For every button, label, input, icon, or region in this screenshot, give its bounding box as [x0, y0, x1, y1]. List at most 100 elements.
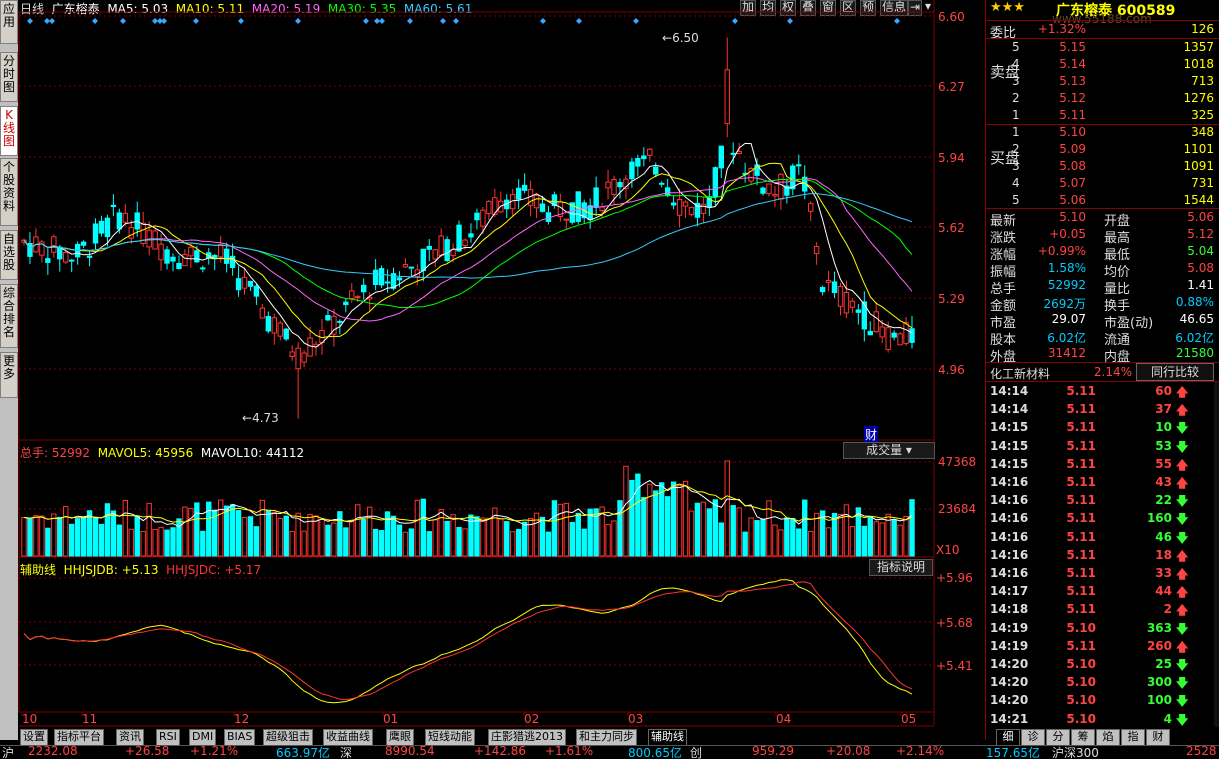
buy-level: 1	[1012, 125, 1020, 139]
signal-diamond-icon	[238, 18, 244, 24]
candle-body	[903, 322, 909, 344]
candle-body	[57, 246, 63, 260]
volume-bar	[462, 528, 468, 557]
bottom-tab-dmi[interactable]: DMI	[189, 729, 217, 746]
price-axis-label: 5.29	[938, 292, 965, 306]
tick-time: 14:16	[990, 493, 1029, 508]
sell-price[interactable]: 5.12	[1046, 91, 1086, 105]
sell-level: 4	[1012, 57, 1020, 71]
right-tab[interactable]: 分	[1046, 729, 1070, 746]
candle-body	[605, 181, 611, 189]
volume-bar	[265, 509, 272, 557]
volume-bar	[581, 528, 587, 557]
volume-bar	[873, 521, 879, 557]
indicator-dropdown[interactable]: 成交量 ▾	[843, 442, 935, 459]
buy-price[interactable]: 5.07	[1046, 176, 1086, 190]
volume-bar	[575, 512, 581, 557]
candle-body	[647, 148, 653, 156]
bottom-tab-sniper[interactable]: 超级狙击	[263, 729, 313, 746]
indicator-explain-button[interactable]: 指标说明	[869, 559, 933, 576]
divider	[986, 20, 1219, 21]
sell-price[interactable]: 5.15	[1046, 40, 1086, 54]
volume-bar	[235, 510, 242, 557]
right-tab[interactable]: 细	[996, 729, 1020, 746]
high-annotation: ←6.50	[662, 31, 699, 45]
buy-label: 买盘	[990, 149, 1021, 167]
candle-body	[682, 201, 689, 207]
volume-bar	[122, 499, 129, 557]
candle-body	[289, 351, 295, 358]
bottom-tab-main-force[interactable]: 和主力同步	[576, 729, 637, 746]
candle-body	[796, 164, 802, 167]
bottom-tab-bias[interactable]: BIAS	[224, 729, 256, 746]
candle-body	[533, 195, 540, 209]
finance-marker[interactable]: 财	[864, 426, 879, 443]
buy-volume: 1091	[1183, 159, 1214, 173]
candle-body	[778, 173, 784, 200]
volume-bar	[271, 511, 278, 557]
stat-value: 5.08	[1187, 261, 1214, 275]
kline-chart[interactable]	[0, 0, 985, 758]
volume-bar	[444, 520, 450, 557]
signal-diamond-icon	[120, 18, 126, 24]
right-tab[interactable]: 财	[1146, 729, 1170, 746]
volume-bar	[664, 496, 671, 557]
bottom-tab-indicator-platform[interactable]: 指标平台	[54, 729, 104, 746]
right-tab[interactable]: 筹	[1071, 729, 1095, 746]
right-tab[interactable]: 指	[1121, 729, 1145, 746]
sell-price[interactable]: 5.11	[1046, 108, 1086, 122]
sell-price[interactable]: 5.14	[1046, 57, 1086, 71]
buy-price[interactable]: 5.08	[1046, 159, 1086, 173]
buy-price[interactable]: 5.10	[1046, 125, 1086, 139]
bottom-tab-eagle-eye[interactable]: 鹰眼	[386, 729, 414, 746]
volume-bar	[790, 517, 796, 557]
peer-compare-button[interactable]: 同行比较	[1136, 363, 1214, 381]
stat-value: 46.65	[1179, 312, 1214, 326]
stat-value: 5.12	[1187, 227, 1214, 241]
bottom-tab-profit-curve[interactable]: 收益曲线	[323, 729, 373, 746]
volume-bar	[504, 521, 510, 557]
tick-price: 5.11	[1066, 638, 1096, 653]
bottom-tab-zhuangying[interactable]: 庄影猎逃2013	[488, 729, 566, 746]
bottom-tab-rsi[interactable]: RSI	[156, 729, 180, 746]
indicator-axis-label: +5.41	[936, 659, 973, 673]
bottom-tab-short-momentum[interactable]: 短线动能	[425, 729, 475, 746]
volume-bar	[21, 517, 27, 557]
tick-price: 5.11	[1066, 456, 1096, 471]
candle-body	[843, 291, 850, 314]
right-tab[interactable]: 焰	[1096, 729, 1120, 746]
tick-time: 14:16	[990, 511, 1029, 526]
volume-bar	[92, 517, 99, 557]
buy-price[interactable]: 5.09	[1046, 142, 1086, 156]
candle-body	[611, 179, 617, 196]
signal-diamond-icon	[295, 18, 301, 24]
sell-price[interactable]: 5.13	[1046, 74, 1086, 88]
volume-bar	[605, 524, 611, 557]
volume-bar	[229, 504, 236, 557]
volume-bar	[730, 505, 736, 557]
volume-bar	[903, 515, 909, 557]
indicator-name: 辅助线	[20, 563, 57, 577]
volume-bar	[188, 507, 194, 557]
candle-body	[337, 320, 343, 323]
tick-scrollbar[interactable]	[1214, 382, 1219, 727]
volume-bar	[331, 522, 337, 557]
buy-level: 4	[1012, 176, 1020, 190]
candle-body	[670, 202, 677, 206]
quote-panel: ★★★ 广东榕泰 600589 www.55188.com 委比 +1.32% …	[985, 0, 1219, 740]
buy-volume: 731	[1191, 176, 1214, 190]
bottom-tab-assist-line[interactable]: 辅助线	[648, 729, 687, 746]
volume-bar	[551, 500, 558, 557]
tick-time: 14:17	[990, 584, 1029, 599]
candle-body	[909, 328, 915, 343]
candle-body	[873, 311, 879, 333]
volume-bar	[861, 525, 868, 557]
volume-bar	[837, 513, 844, 557]
buy-price[interactable]: 5.06	[1046, 193, 1086, 207]
candle-body	[176, 263, 182, 269]
bottom-tab-settings[interactable]: 设置	[20, 729, 48, 746]
right-tab[interactable]: 诊	[1021, 729, 1045, 746]
candle-body	[474, 212, 480, 221]
bottom-tab-news[interactable]: 资讯	[116, 729, 144, 746]
indicator-dc: HHJSJDC: +5.17	[166, 563, 262, 577]
